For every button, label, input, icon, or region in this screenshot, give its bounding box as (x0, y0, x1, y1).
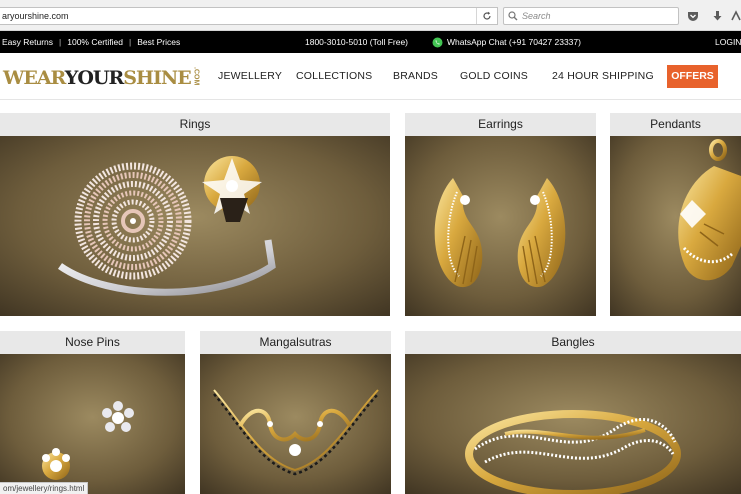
site-logo[interactable]: WEARYOURSHINE .COM (3, 67, 200, 89)
whatsapp-chat-link[interactable]: WhatsApp Chat (+91 70427 23337) (432, 31, 581, 53)
whatsapp-label: WhatsApp Chat (+91 70427 23337) (447, 37, 581, 47)
toll-free-number[interactable]: 1800-3010-5010 (Toll Free) (305, 31, 408, 53)
downloads-button[interactable] (709, 8, 725, 24)
reload-button[interactable] (476, 8, 496, 24)
tile-title: Bangles (405, 331, 741, 354)
search-input[interactable]: Search (503, 7, 679, 25)
offers-button[interactable]: OFFERS (667, 65, 718, 88)
tile-title: Mangalsutras (200, 331, 391, 354)
nav-gold-coins[interactable]: GOLD COINS (460, 53, 528, 100)
category-tile-nose-pins[interactable]: Nose Pins (0, 331, 185, 494)
tile-title: Rings (0, 113, 390, 136)
search-icon (508, 11, 518, 21)
usp-easy-returns: Easy Returns (2, 37, 54, 47)
extension-button[interactable] (728, 8, 741, 24)
bangles-image (405, 354, 741, 494)
main-navigation: WEARYOURSHINE .COM JEWELLERY COLLECTIONS… (0, 53, 741, 100)
pocket-button[interactable] (685, 8, 701, 24)
category-tile-rings[interactable]: Rings (0, 113, 390, 316)
tile-title: Pendants (610, 113, 741, 136)
link-status-bar: om/jewellery/rings.html (0, 482, 89, 494)
category-tile-pendants[interactable]: Pendants (610, 113, 741, 316)
login-link[interactable]: LOGIN (715, 31, 741, 53)
usp-divider: | (59, 37, 62, 47)
nav-brands[interactable]: BRANDS (393, 53, 438, 100)
usp-list: Easy Returns | 100% Certified | Best Prices (2, 31, 180, 53)
pocket-icon (688, 11, 698, 21)
nav-jewellery[interactable]: JEWELLERY (218, 53, 282, 100)
browser-toolbar: aryourshine.com Search (0, 0, 741, 31)
address-bar[interactable]: aryourshine.com (0, 7, 498, 25)
usp-certified: 100% Certified (67, 37, 124, 47)
usp-best-prices: Best Prices (137, 37, 181, 47)
top-info-bar: Easy Returns | 100% Certified | Best Prices … (0, 31, 741, 53)
tile-title: Earrings (405, 113, 596, 136)
mangalsutras-image (200, 354, 391, 494)
whatsapp-icon (432, 37, 443, 47)
category-tile-mangalsutras[interactable]: Mangalsutras (200, 331, 391, 494)
category-tile-earrings[interactable]: Earrings (405, 113, 596, 316)
search-placeholder: Search (522, 11, 551, 21)
extension-icon (731, 10, 741, 21)
nose-pins-image (0, 354, 185, 494)
nav-collections[interactable]: COLLECTIONS (296, 53, 372, 100)
logo-wordmark: WEARYOURSHINE (3, 67, 192, 89)
page: aryourshine.com Search Easy Returns | 100%… (0, 0, 741, 494)
download-icon (713, 11, 721, 21)
logo-domain: .COM (192, 67, 200, 86)
address-text: aryourshine.com (2, 11, 69, 21)
pendants-image (610, 136, 741, 316)
category-tile-bangles[interactable]: Bangles (405, 331, 741, 494)
rings-image (0, 136, 390, 316)
reload-icon (482, 11, 491, 20)
tile-title: Nose Pins (0, 331, 185, 354)
usp-divider: | (129, 37, 132, 47)
earrings-image (405, 136, 596, 316)
nav-24-hour-shipping[interactable]: 24 HOUR SHIPPING (552, 53, 654, 100)
